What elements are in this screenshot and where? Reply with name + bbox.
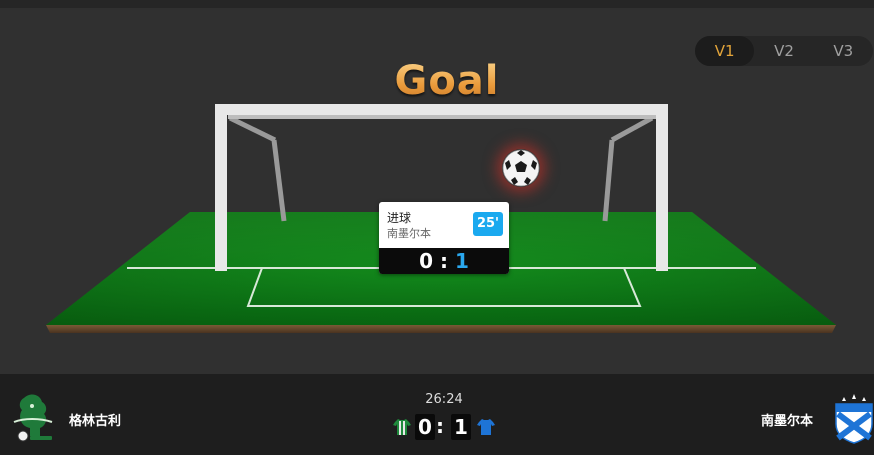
match-clock: 26:24 bbox=[425, 392, 463, 407]
home-jersey-icon bbox=[393, 418, 411, 436]
goal-inner-bar bbox=[228, 115, 656, 119]
goal-support-right-post bbox=[602, 139, 615, 222]
event-title: Goal bbox=[0, 58, 874, 104]
event-minute-badge: 25' bbox=[473, 212, 503, 236]
home-team-logo bbox=[10, 392, 56, 444]
goal-post-left bbox=[215, 104, 227, 271]
goal-crossbar bbox=[215, 104, 668, 115]
goal-support-left bbox=[228, 115, 277, 143]
scoreboard-bar: 格林古利 26:24 0 : 1 南墨尔本 bbox=[0, 374, 874, 455]
goal-event-card: 进球 南墨尔本 25' 0 : 1 bbox=[379, 202, 509, 274]
event-type-label: 进球 bbox=[387, 211, 412, 225]
goal-support-left-post bbox=[271, 139, 287, 222]
pitch-soil bbox=[46, 325, 836, 333]
away-team-name: 南墨尔本 bbox=[761, 414, 814, 429]
event-score-separator: : bbox=[440, 249, 448, 273]
away-score: 1 bbox=[451, 414, 471, 440]
away-jersey-icon bbox=[477, 418, 495, 436]
soccer-ball-icon bbox=[502, 149, 540, 187]
score-separator: : bbox=[436, 414, 444, 438]
away-team-logo bbox=[834, 392, 874, 444]
event-team-label: 南墨尔本 bbox=[387, 227, 431, 240]
scoreline: 0 : 1 bbox=[391, 414, 499, 440]
event-score: 0 : 1 bbox=[379, 248, 509, 274]
event-score-away: 1 bbox=[454, 249, 469, 273]
home-team-name: 格林古利 bbox=[69, 414, 122, 429]
event-score-home: 0 bbox=[419, 249, 434, 273]
top-strip bbox=[0, 0, 874, 8]
animation-stage: V1 V2 V3 Goal 进球 南墨尔本 25' 0 : 1 bbox=[0, 8, 874, 374]
goal-support-right bbox=[610, 115, 654, 143]
goal-post-right bbox=[656, 104, 668, 271]
home-score: 0 bbox=[415, 414, 435, 440]
